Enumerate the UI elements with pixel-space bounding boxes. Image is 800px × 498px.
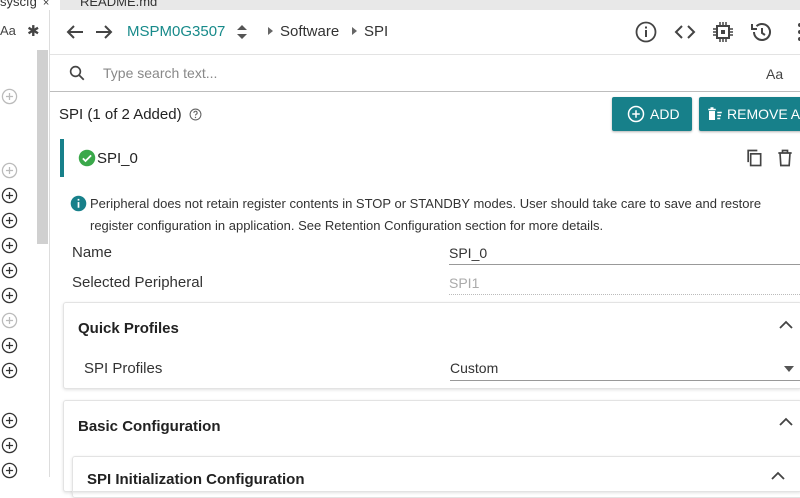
chevron-up-icon[interactable]: [779, 320, 793, 330]
name-input[interactable]: SPI_0: [449, 245, 800, 265]
dropdown-arrow-icon: [784, 366, 794, 372]
quick-profiles-title[interactable]: Quick Profiles: [78, 320, 179, 337]
add-button-label: ADD: [650, 106, 680, 122]
field-selected-peripheral-label: Selected Peripheral: [72, 274, 203, 291]
add-module-icon[interactable]: [1, 237, 18, 254]
spi-profiles-label: SPI Profiles: [84, 360, 163, 377]
sidebar-scrollbar[interactable]: [37, 50, 48, 244]
tab-syscfg-label: syscfg: [0, 0, 37, 9]
add-module-icon[interactable]: [1, 312, 18, 329]
left-sidebar: Aa ✱: [0, 10, 50, 479]
updown-icon[interactable]: [230, 20, 254, 44]
field-name-label: Name: [72, 244, 113, 261]
info-text-line1: Peripheral does not retain register cont…: [90, 196, 762, 211]
info-text-line2: register configuration in application. S…: [90, 218, 604, 233]
add-circle-icon: [627, 105, 645, 123]
tab-readme[interactable]: README.md: [64, 0, 157, 10]
add-module-icon[interactable]: [1, 88, 18, 105]
arrow-right-icon[interactable]: [92, 20, 116, 44]
instance-row[interactable]: SPI_0: [60, 139, 800, 177]
chevron-up-icon[interactable]: [779, 417, 793, 427]
spi-initialization-title[interactable]: SPI Initialization Configuration: [87, 471, 305, 488]
search-match-case-toggle[interactable]: Aa: [766, 66, 783, 82]
add-button[interactable]: ADD: [612, 97, 692, 131]
module-title-text: SPI (1 of 2 Added): [59, 106, 182, 123]
arrow-left-icon[interactable]: [63, 20, 87, 44]
module-title: SPI (1 of 2 Added): [59, 106, 202, 123]
add-module-icon[interactable]: [1, 337, 18, 354]
remove-all-button[interactable]: REMOVE ALL: [699, 97, 800, 131]
breadcrumb-separator-icon: [268, 27, 273, 35]
add-module-icon[interactable]: [1, 187, 18, 204]
info-filled-icon: [70, 195, 87, 212]
basic-configuration-title[interactable]: Basic Configuration: [78, 418, 221, 435]
chevron-up-icon[interactable]: [771, 471, 785, 481]
code-icon[interactable]: [673, 20, 697, 44]
search-input[interactable]: Type search text...: [103, 65, 217, 81]
copy-icon[interactable]: [744, 148, 764, 168]
instance-name: SPI_0: [97, 150, 138, 167]
breadcrumb-separator-icon: [352, 27, 357, 35]
delete-sweep-icon: [708, 107, 722, 120]
tab-close-icon[interactable]: ×: [43, 0, 49, 9]
tab-readme-label: README.md: [80, 0, 158, 9]
help-icon[interactable]: [189, 108, 202, 121]
match-case-toggle[interactable]: Aa: [0, 23, 16, 38]
header-toolbar: MSPM0G3507 Software SPI: [50, 10, 800, 55]
spi-profiles-value: Custom: [450, 360, 499, 376]
breadcrumb-software[interactable]: Software: [280, 23, 339, 40]
module-panel: SPI (1 of 2 Added) ADD REMOVE ALL SPI_0 …: [50, 92, 800, 498]
trash-icon[interactable]: [775, 148, 795, 168]
add-module-icon[interactable]: [1, 462, 18, 479]
more-icon[interactable]: [788, 20, 800, 44]
spi-initialization-card: SPI Initialization Configuration: [72, 456, 800, 498]
quick-profiles-card: Quick Profiles SPI Profiles Custom: [63, 302, 800, 389]
add-module-icon[interactable]: [1, 162, 18, 179]
add-module-icon[interactable]: [1, 212, 18, 229]
add-module-icon[interactable]: [1, 287, 18, 304]
add-module-icon[interactable]: [1, 362, 18, 379]
search-bar: Type search text... Aa: [50, 55, 800, 92]
add-module-icon[interactable]: [1, 437, 18, 454]
breadcrumb-spi[interactable]: SPI: [364, 23, 388, 40]
search-icon: [69, 65, 85, 81]
basic-configuration-card: Basic Configuration SPI Initialization C…: [63, 400, 800, 498]
spi-profiles-select[interactable]: Custom: [450, 360, 800, 381]
tab-syscfg[interactable]: syscfg ×: [0, 0, 60, 10]
add-module-icon[interactable]: [1, 262, 18, 279]
device-selector[interactable]: MSPM0G3507: [127, 23, 225, 40]
info-icon[interactable]: [634, 20, 658, 44]
check-circle-icon: [78, 149, 96, 167]
selected-peripheral-value: SPI1: [449, 275, 800, 295]
chip-icon[interactable]: [711, 20, 735, 44]
remove-all-button-label: REMOVE ALL: [727, 106, 800, 122]
history-icon[interactable]: [750, 20, 774, 44]
editor-tab-bar: syscfg × README.md: [0, 0, 800, 10]
regex-toggle[interactable]: ✱: [27, 22, 40, 40]
add-module-icon[interactable]: [1, 412, 18, 429]
